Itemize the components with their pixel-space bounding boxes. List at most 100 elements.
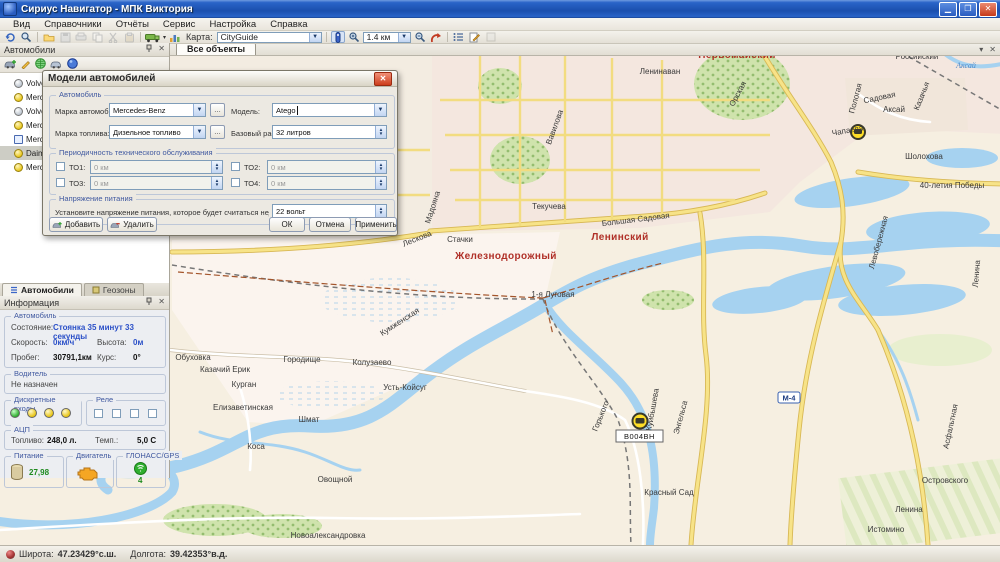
vehicle-status-icon: [14, 121, 23, 130]
spinner-arrows-icon[interactable]: ▲▼: [375, 126, 386, 138]
zoom-scale-value: 1.4 км: [367, 32, 391, 42]
tab-scroll-icon[interactable]: ▾: [979, 45, 983, 54]
map-select-combo[interactable]: CityGuide ▼: [217, 32, 322, 43]
relay-checkbox[interactable]: [148, 409, 157, 418]
map-label: Ленина: [895, 505, 923, 514]
gps-icon: [134, 462, 147, 477]
voltage-spinner[interactable]: 22 вольт ▲▼: [272, 204, 387, 218]
apply-button[interactable]: Применить: [355, 217, 397, 232]
truck-dropdown-icon[interactable]: ▾: [145, 31, 166, 43]
gps-satellites-value: 4: [138, 476, 142, 485]
close-panel-icon[interactable]: ✕: [158, 44, 165, 55]
menu-item-1[interactable]: Справочники: [37, 18, 109, 31]
add-vehicle-icon[interactable]: [4, 59, 17, 71]
map-select-label: Карта:: [186, 32, 213, 42]
state-label: Состояние:: [11, 323, 53, 332]
brand-browse-button[interactable]: …: [210, 103, 225, 117]
consumption-spinner[interactable]: 32 литров ▲▼: [272, 125, 387, 139]
to3-checkbox[interactable]: [56, 178, 65, 187]
fuel-browse-button[interactable]: …: [210, 125, 225, 139]
search-icon[interactable]: [19, 31, 33, 43]
model-combo[interactable]: Atego ▼: [272, 103, 387, 117]
copy-icon: [90, 31, 104, 43]
pin-icon[interactable]: [145, 44, 153, 55]
menu-item-3[interactable]: Сервис: [156, 18, 203, 31]
mileage-label: Пробег:: [11, 353, 40, 362]
chevron-down-icon[interactable]: ▼: [309, 33, 321, 42]
close-panel-icon[interactable]: ✕: [158, 297, 165, 308]
info-panel-title: Информация: [4, 298, 59, 308]
vehicles-panel-header: Автомобили ✕: [0, 43, 169, 57]
longitude-label: Долгота:: [130, 549, 166, 559]
menu-item-2[interactable]: Отчёты: [109, 18, 156, 31]
spinner-arrows-icon[interactable]: ▲▼: [375, 205, 386, 217]
print-icon: [74, 31, 88, 43]
menu-bar: ВидСправочникиОтчётыСервисНастройкаСправ…: [0, 18, 1000, 31]
list-icon[interactable]: [452, 31, 466, 43]
car-models-dialog: Модели автомобилей ✕ Автомобиль Марка ав…: [42, 70, 398, 236]
tab-vehicles[interactable]: Автомобили: [2, 283, 82, 296]
edit-vehicle-icon[interactable]: [21, 59, 31, 71]
chevron-down-icon[interactable]: ▼: [374, 104, 386, 116]
model-value: Atego: [276, 106, 296, 115]
vehicle-status-icon: [14, 93, 23, 102]
cancel-button[interactable]: Отмена: [309, 217, 351, 232]
relay-checkbox[interactable]: [130, 409, 139, 418]
zoom-out-icon[interactable]: [413, 31, 427, 43]
map-select-value: CityGuide: [221, 32, 258, 42]
info-group-inputs: Дискретные входы: [4, 400, 82, 426]
track-toggle-icon[interactable]: [331, 31, 345, 43]
options-icon: [484, 31, 498, 43]
maximize-button[interactable]: ❐: [959, 2, 977, 17]
add-button[interactable]: Добавить: [49, 217, 103, 232]
chevron-down-icon[interactable]: ▼: [193, 126, 205, 138]
chevron-down-icon[interactable]: ▼: [398, 33, 410, 42]
tab-close-icon[interactable]: ✕: [989, 45, 996, 54]
refresh-icon[interactable]: [3, 31, 17, 43]
delete-button[interactable]: Удалить: [107, 217, 157, 232]
vehicle-status-icon: [14, 107, 23, 116]
menu-item-5[interactable]: Справка: [263, 18, 314, 31]
title-bar[interactable]: Сириус Навигатор - МПК Виктория ▁ ❐ ✕: [0, 0, 1000, 18]
to2-checkbox[interactable]: [231, 162, 240, 171]
to4-checkbox[interactable]: [231, 178, 240, 187]
minimize-button[interactable]: ▁: [939, 2, 957, 17]
tab-geozones[interactable]: Геозоны: [84, 283, 144, 296]
relay-checkbox[interactable]: [112, 409, 121, 418]
ok-button[interactable]: ОК: [269, 217, 305, 232]
brand-combo[interactable]: Mercedes-Benz ▼: [109, 103, 206, 117]
vehicle-status-icon: [14, 149, 23, 158]
course-label: Курс:: [97, 353, 116, 362]
discrete-input-led: [61, 408, 71, 418]
map-label: Елизаветинская: [213, 403, 273, 412]
tab-geozones-label: Геозоны: [103, 285, 136, 295]
open-folder-icon[interactable]: [42, 31, 56, 43]
dialog-close-icon[interactable]: ✕: [374, 72, 392, 86]
zoom-scale-combo[interactable]: 1.4 км ▼: [363, 32, 411, 43]
menu-item-0[interactable]: Вид: [6, 18, 37, 31]
consumption-value: 32 литров: [276, 128, 311, 137]
paste-icon: [122, 31, 136, 43]
geozone-icon: [92, 286, 100, 294]
locate-icon[interactable]: [429, 31, 443, 43]
chevron-down-icon[interactable]: ▼: [193, 104, 205, 116]
map-label: Истомино: [868, 525, 905, 534]
vehicle-card-icon[interactable]: [50, 59, 63, 71]
driver-value: Не назначен: [11, 380, 58, 389]
map-label: Колузаево: [353, 358, 392, 367]
dialog-title-bar[interactable]: Модели автомобилей ✕: [43, 71, 397, 87]
map-label: Стачки: [447, 235, 473, 244]
relay-checkbox[interactable]: [94, 409, 103, 418]
to1-checkbox[interactable]: [56, 162, 65, 171]
edit-icon[interactable]: [468, 31, 482, 43]
zoom-in-icon[interactable]: [347, 31, 361, 43]
list-icon: [10, 286, 18, 294]
fuel-type-combo[interactable]: Дизельное топливо ▼: [109, 125, 206, 139]
menu-item-4[interactable]: Настройка: [202, 18, 263, 31]
to1-label: ТО1:: [69, 163, 85, 172]
longitude-value: 39.42353°в.д.: [170, 549, 227, 559]
chart-icon[interactable]: [168, 31, 182, 43]
road-shield-m4: М-4: [778, 392, 800, 403]
close-button[interactable]: ✕: [979, 2, 997, 17]
pin-icon[interactable]: [145, 297, 153, 308]
